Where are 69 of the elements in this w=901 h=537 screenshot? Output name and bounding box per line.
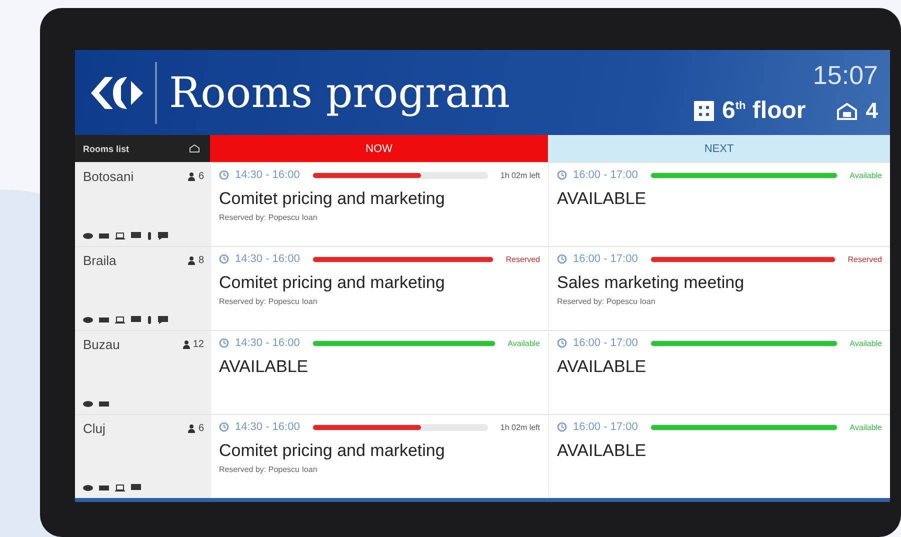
room-capacity: 12 — [182, 339, 204, 350]
reserved-by: Reserved by: Popescu Ioan — [219, 213, 318, 222]
clock-icon — [557, 338, 567, 348]
time-range: 14:30 - 16:00 — [235, 169, 300, 181]
person-icon — [187, 172, 196, 181]
clock-icon — [557, 170, 567, 180]
laptop-icon — [115, 232, 125, 240]
status-label: Reserved — [506, 254, 540, 264]
status-label: Available — [850, 170, 882, 180]
event-title: AVAILABLE — [557, 357, 648, 377]
person-icon — [187, 424, 196, 433]
event-title: AVAILABLE — [219, 357, 310, 377]
room-icon — [189, 144, 200, 153]
reserved-by: Reserved by: Popescu Ioan — [219, 465, 318, 474]
time-range: 14:30 - 16:00 — [235, 337, 300, 349]
status-label: Available — [850, 422, 882, 432]
time-range: 16:00 - 17:00 — [573, 421, 638, 433]
event-title: Comitet pricing and marketing — [219, 441, 446, 461]
status-label: Reserved — [848, 254, 882, 264]
time-range: 14:30 - 16:00 — [235, 421, 300, 433]
room-cell[interactable]: Braila 8 — [75, 247, 210, 330]
status-label: Available — [850, 338, 882, 348]
event-title: AVAILABLE — [557, 189, 648, 209]
room-capacity: 6 — [187, 171, 204, 182]
event-title: AVAILABLE — [557, 441, 648, 461]
person-icon — [182, 340, 191, 349]
status-label: 1h 02m left — [500, 170, 540, 180]
person-icon — [187, 256, 196, 265]
room-cell[interactable]: Cluj 6 — [75, 415, 210, 498]
room-count: 4 — [866, 98, 878, 124]
time-range: 14:30 - 16:00 — [235, 253, 300, 265]
clock-icon — [557, 422, 567, 432]
event-title: Comitet pricing and marketing — [219, 189, 446, 209]
column-title: Rooms list — [83, 144, 130, 154]
clock-icon — [219, 170, 229, 180]
microphone-icon — [147, 232, 152, 240]
room-capacity: 6 — [187, 423, 204, 434]
floor-label: 6$^{th}$ floor — [722, 97, 806, 125]
status-label: Available — [508, 338, 540, 348]
room-icon — [836, 102, 858, 120]
event-title: Sales marketing meeting — [557, 273, 746, 293]
chat-icon — [158, 232, 168, 240]
laptop-icon — [115, 484, 125, 492]
room-cell[interactable]: Buzau 12 — [75, 331, 210, 414]
building-icon — [694, 101, 714, 121]
clock-icon — [219, 422, 229, 432]
reserved-by: Reserved by: Popescu Ioan — [557, 297, 656, 306]
room-cell[interactable]: Botosani 6 — [75, 163, 210, 246]
room-name: Botosani — [83, 169, 134, 184]
room-name: Cluj — [83, 421, 106, 436]
room-capacity: 8 — [187, 255, 204, 266]
room-name: Braila — [83, 253, 116, 268]
room-name: Buzau — [83, 337, 120, 352]
next-column-header: NEXT — [548, 135, 890, 162]
laptop-icon — [115, 316, 125, 324]
microphone-icon — [147, 316, 152, 324]
clock-icon — [219, 338, 229, 348]
clock-icon — [557, 254, 567, 264]
time-range: 16:00 - 17:00 — [573, 169, 638, 181]
clock-time: 15:07 — [812, 60, 878, 91]
app-title: Rooms program — [169, 68, 510, 117]
status-label: 1h 02m left — [500, 422, 540, 432]
now-column-header: NOW — [210, 135, 548, 162]
chat-icon — [158, 316, 168, 324]
time-range: 16:00 - 17:00 — [573, 253, 638, 265]
reserved-by: Reserved by: Popescu Ioan — [219, 297, 318, 306]
time-range: 16:00 - 17:00 — [573, 337, 638, 349]
event-title: Comitet pricing and marketing — [219, 273, 446, 293]
clock-icon — [219, 254, 229, 264]
